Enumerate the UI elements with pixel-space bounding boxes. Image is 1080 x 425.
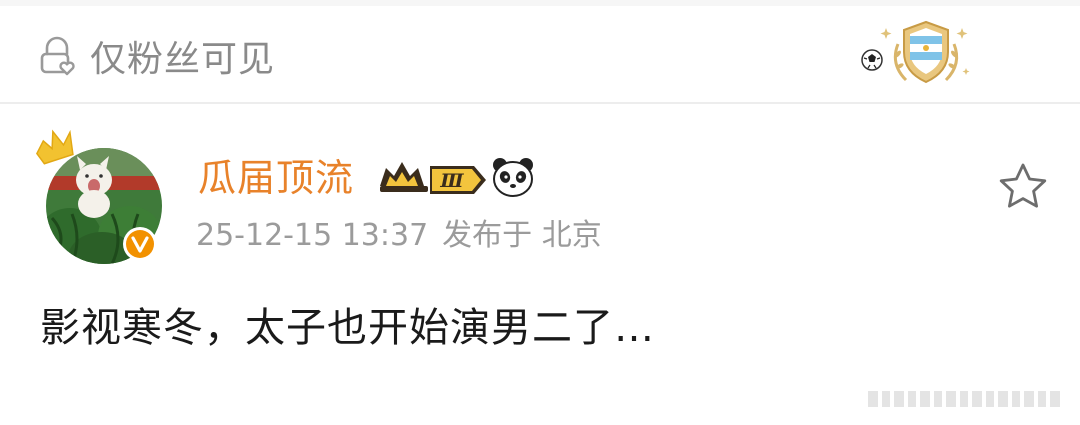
divider	[0, 102, 1080, 104]
panda-icon	[493, 158, 533, 197]
vip-level: Ⅲ	[439, 170, 464, 192]
avatar[interactable]	[32, 118, 162, 268]
lock-heart-icon	[40, 36, 75, 76]
favorite-star-button[interactable]	[996, 160, 1050, 214]
argentina-shield-badge-icon	[861, 20, 970, 84]
post-text: 影视寒冬，太子也开始演男二了…	[40, 305, 655, 351]
visibility-label: 仅粉丝可见	[90, 39, 276, 80]
post-location: 发布于 北京	[442, 218, 602, 253]
post-date: 25-12-15 13:37	[196, 218, 429, 253]
visibility-row: 仅粉丝可见	[0, 6, 1080, 102]
watermark	[868, 391, 1060, 407]
post-meta: 25-12-15 13:37 发布于 北京	[196, 216, 616, 256]
weibo-post-screenshot: 仅粉丝可见 瓜届顶流 Ⅲ 25-12-15 13:37 发布于 北京 影视寒冬，…	[0, 0, 1080, 425]
vip-crown-icon: Ⅲ	[380, 162, 486, 194]
star-icon	[999, 163, 1047, 208]
username[interactable]: 瓜届顶流	[198, 155, 354, 201]
